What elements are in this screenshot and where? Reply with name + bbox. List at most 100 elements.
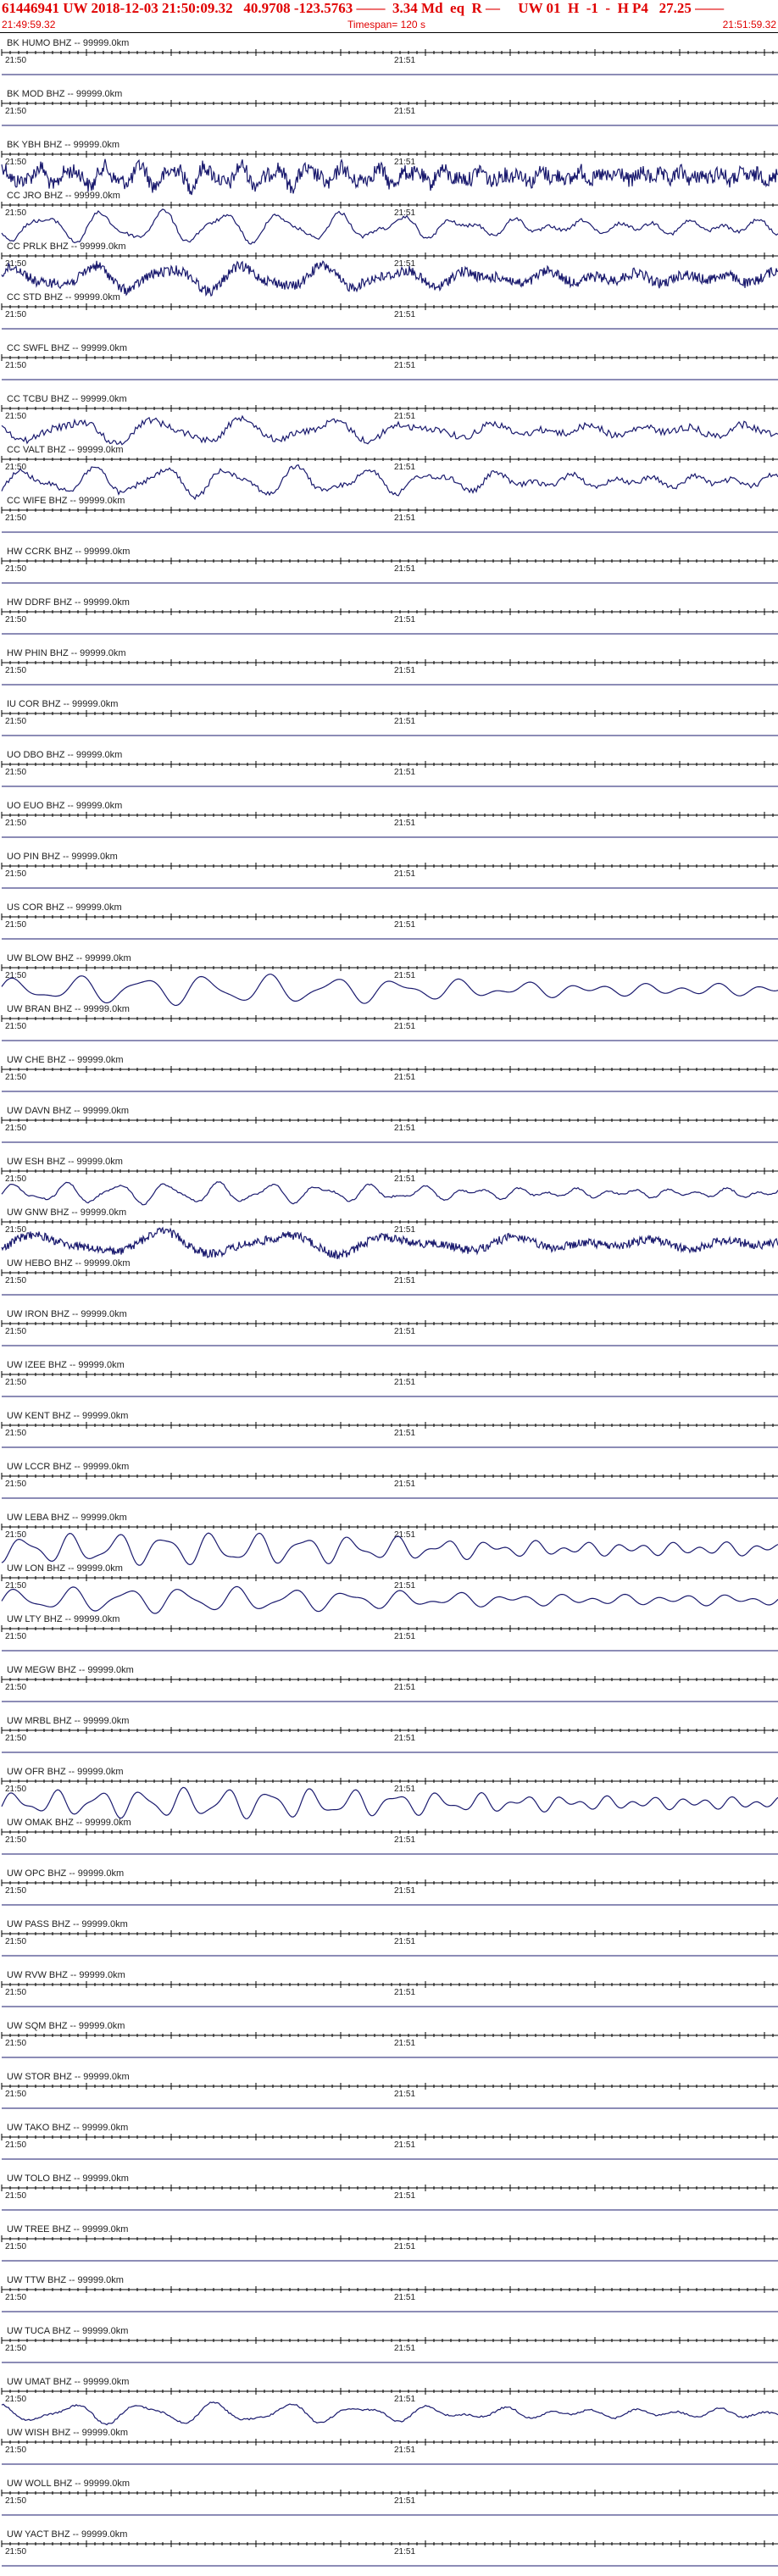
station-label: UW TTW BHZ -- 99999.0km bbox=[7, 2275, 124, 2285]
tick-label: 21:51 bbox=[394, 869, 415, 879]
station-label: CC PRLK BHZ -- 99999.0km bbox=[7, 242, 126, 252]
tick-label: 21:50 bbox=[5, 1225, 26, 1235]
tick-label: 21:51 bbox=[394, 1429, 415, 1438]
tick-label: 21:50 bbox=[5, 208, 26, 218]
station-label: UW TAKO BHZ -- 99999.0km bbox=[7, 2123, 128, 2133]
tick-label: 21:51 bbox=[394, 1734, 415, 1743]
tick-label: 21:51 bbox=[394, 819, 415, 828]
station-label: UW KENT BHZ -- 99999.0km bbox=[7, 1411, 128, 1421]
tick-label: 21:51 bbox=[394, 2090, 415, 2099]
waveform-trace bbox=[1, 464, 778, 501]
station-label: UW SQM BHZ -- 99999.0km bbox=[7, 2021, 125, 2031]
tick-label: 21:51 bbox=[394, 2293, 415, 2302]
tick-label: 21:51 bbox=[394, 2191, 415, 2201]
tick-label: 21:51 bbox=[394, 1581, 415, 1591]
station-label: CC VALT BHZ -- 99999.0km bbox=[7, 445, 124, 455]
tick-label: 21:50 bbox=[5, 819, 26, 828]
tick-label: 21:51 bbox=[394, 1022, 415, 1031]
waveform-trace bbox=[1, 1226, 778, 1260]
station-label: UW MRBL BHZ -- 99999.0km bbox=[7, 1716, 129, 1726]
station-label: UW STOR BHZ -- 99999.0km bbox=[7, 2072, 130, 2082]
tick-label: 21:50 bbox=[5, 920, 26, 930]
tick-label: 21:50 bbox=[5, 1988, 26, 1997]
station-label: CC JRO BHZ -- 99999.0km bbox=[7, 191, 120, 201]
tick-label: 21:50 bbox=[5, 1174, 26, 1184]
station-label: UW LCCR BHZ -- 99999.0km bbox=[7, 1462, 129, 1472]
station-label: UW OPC BHZ -- 99999.0km bbox=[7, 1868, 124, 1879]
tick-label: 21:50 bbox=[5, 666, 26, 675]
tick-label: 21:51 bbox=[394, 2496, 415, 2506]
tick-label: 21:50 bbox=[5, 564, 26, 574]
tick-label: 21:51 bbox=[394, 208, 415, 218]
tick-label: 21:51 bbox=[394, 1378, 415, 1387]
tick-label: 21:51 bbox=[394, 920, 415, 930]
tick-label: 21:51 bbox=[394, 2446, 415, 2455]
station-label: CC TCBU BHZ -- 99999.0km bbox=[7, 394, 127, 404]
tick-label: 21:50 bbox=[5, 1429, 26, 1438]
tick-label: 21:51 bbox=[394, 1124, 415, 1133]
tick-label: 21:50 bbox=[5, 2547, 26, 2557]
tick-label: 21:50 bbox=[5, 768, 26, 777]
tick-label: 21:51 bbox=[394, 666, 415, 675]
tick-label: 21:51 bbox=[394, 1835, 415, 1845]
station-label: UW MEGW BHZ -- 99999.0km bbox=[7, 1665, 134, 1675]
tick-label: 21:50 bbox=[5, 361, 26, 370]
tick-label: 21:50 bbox=[5, 1124, 26, 1133]
station-label: UW IRON BHZ -- 99999.0km bbox=[7, 1309, 127, 1319]
tick-label: 21:50 bbox=[5, 1835, 26, 1845]
waveform-trace bbox=[1, 208, 778, 245]
station-label: UW BLOW BHZ -- 99999.0km bbox=[7, 953, 131, 963]
tick-label: 21:50 bbox=[5, 1632, 26, 1641]
station-label: UW CHE BHZ -- 99999.0km bbox=[7, 1055, 124, 1065]
tick-label: 21:51 bbox=[394, 361, 415, 370]
tick-label: 21:50 bbox=[5, 2446, 26, 2455]
waveform-trace bbox=[1, 1532, 778, 1566]
station-label: UW OMAK BHZ -- 99999.0km bbox=[7, 1818, 131, 1828]
tick-label: 21:51 bbox=[394, 615, 415, 625]
tick-label: 21:51 bbox=[394, 259, 415, 269]
station-label: CC SWFL BHZ -- 99999.0km bbox=[7, 343, 127, 353]
station-label: IU COR BHZ -- 99999.0km bbox=[7, 699, 118, 709]
tick-label: 21:51 bbox=[394, 1480, 415, 1489]
station-label: UW WISH BHZ -- 99999.0km bbox=[7, 2428, 128, 2438]
station-label: HW DDRF BHZ -- 99999.0km bbox=[7, 597, 130, 608]
station-label: UW GNW BHZ -- 99999.0km bbox=[7, 1208, 126, 1218]
station-label: UW RVW BHZ -- 99999.0km bbox=[7, 1970, 125, 1980]
tick-label: 21:50 bbox=[5, 2395, 26, 2404]
station-label: UW WOLL BHZ -- 99999.0km bbox=[7, 2479, 130, 2489]
station-label: UW ESH BHZ -- 99999.0km bbox=[7, 1157, 123, 1167]
tick-label: 21:51 bbox=[394, 1530, 415, 1540]
station-label: UW YACT BHZ -- 99999.0km bbox=[7, 2529, 127, 2540]
tick-label: 21:51 bbox=[394, 2242, 415, 2251]
station-label: UW LTY BHZ -- 99999.0km bbox=[7, 1614, 119, 1624]
tick-label: 21:51 bbox=[394, 1174, 415, 1184]
station-label: UW LON BHZ -- 99999.0km bbox=[7, 1563, 123, 1574]
waveform-trace bbox=[1, 974, 778, 1007]
station-label: BK HUMO BHZ -- 99999.0km bbox=[7, 38, 129, 48]
station-label: UW OFR BHZ -- 99999.0km bbox=[7, 1767, 124, 1777]
tick-label: 21:50 bbox=[5, 56, 26, 65]
tick-label: 21:51 bbox=[394, 310, 415, 319]
tick-label: 21:51 bbox=[394, 463, 415, 472]
tick-label: 21:51 bbox=[394, 2395, 415, 2404]
tick-label: 21:50 bbox=[5, 1785, 26, 1794]
tick-label: 21:50 bbox=[5, 1683, 26, 1692]
tick-label: 21:51 bbox=[394, 564, 415, 574]
waveform-trace bbox=[1, 1181, 778, 1206]
tick-label: 21:50 bbox=[5, 2496, 26, 2506]
tick-label: 21:50 bbox=[5, 2191, 26, 2201]
tick-label: 21:51 bbox=[394, 2547, 415, 2557]
tick-label: 21:50 bbox=[5, 2293, 26, 2302]
waveform-trace bbox=[1, 1585, 778, 1614]
waveform-trace bbox=[1, 260, 778, 297]
tick-label: 21:50 bbox=[5, 412, 26, 421]
tick-label: 21:51 bbox=[394, 412, 415, 421]
station-label: UW DAVN BHZ -- 99999.0km bbox=[7, 1106, 129, 1116]
station-label: CC STD BHZ -- 99999.0km bbox=[7, 292, 120, 303]
tick-label: 21:51 bbox=[394, 1632, 415, 1641]
station-label: BK MOD BHZ -- 99999.0km bbox=[7, 89, 122, 99]
tick-label: 21:50 bbox=[5, 1480, 26, 1489]
tick-label: 21:51 bbox=[394, 1327, 415, 1336]
waveform-trace bbox=[1, 1786, 778, 1819]
tick-label: 21:50 bbox=[5, 107, 26, 116]
